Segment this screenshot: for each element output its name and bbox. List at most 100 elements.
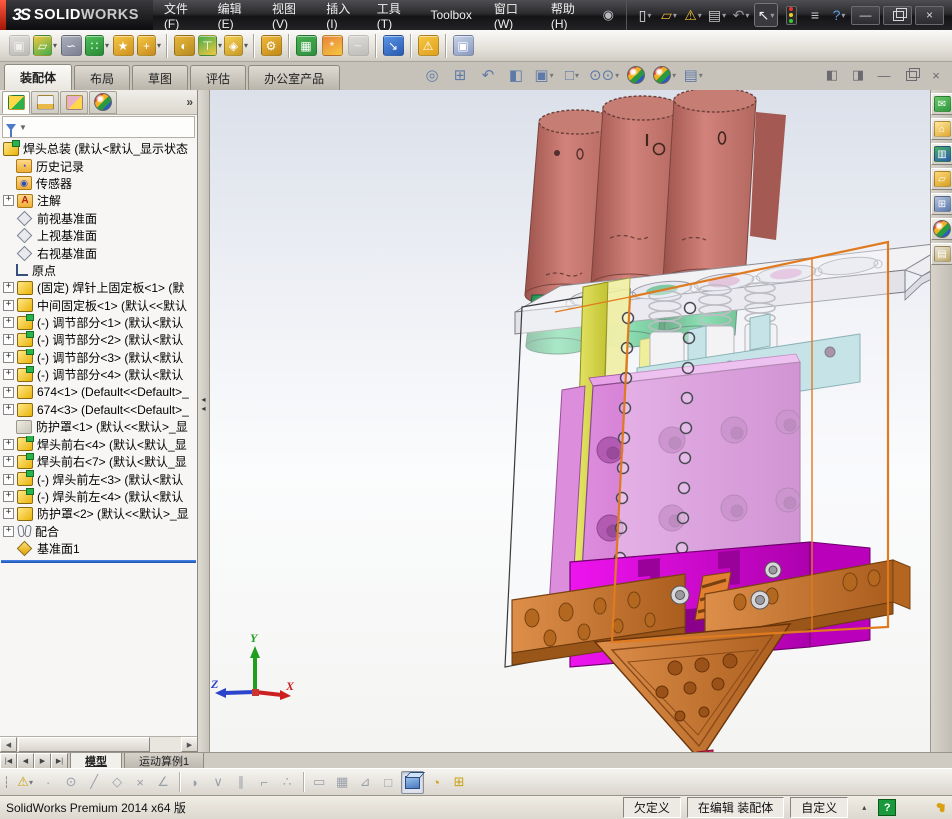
next-tab-button[interactable]: ▶ xyxy=(34,753,51,769)
view-palette-button[interactable]: ⊞ xyxy=(931,193,952,215)
shaded-view-button[interactable] xyxy=(400,770,424,794)
select-arrow-button[interactable]: ↖ ▾ xyxy=(754,3,778,27)
panel-tab-featuremanager-tree[interactable] xyxy=(2,90,30,114)
dropdown-caret-icon[interactable]: ▾ xyxy=(615,71,619,80)
expand-icon[interactable]: + xyxy=(3,282,14,294)
move-component-button[interactable]: + ▾ xyxy=(137,34,161,58)
menu-item[interactable]: 文件(F) xyxy=(153,0,207,31)
component-preview-window-button[interactable]: ▦ xyxy=(294,34,318,58)
file-explorer-button[interactable]: ▱ xyxy=(931,168,952,190)
sheet-tab[interactable]: 运动算例1 xyxy=(124,753,205,769)
tree-item[interactable]: + A 注解 xyxy=(0,192,197,209)
expand-panel-icon[interactable]: » xyxy=(186,95,193,109)
reference-geometry-button[interactable]: ◈ ▾ xyxy=(224,34,248,58)
tree-item[interactable]: + (-) 调节部分<3> (默认<默认 xyxy=(0,348,197,366)
tree-item[interactable]: 基准面1 xyxy=(0,540,197,557)
dropdown-caret-icon[interactable]: ▾ xyxy=(770,11,774,20)
viewport-split-button[interactable]: ⊞ xyxy=(449,772,470,793)
view-settings-button[interactable]: ▤ ▾ xyxy=(681,64,705,86)
print-button[interactable]: ▤ ▾ xyxy=(706,4,728,26)
expand-icon[interactable]: + xyxy=(3,491,14,502)
splitter-collapse-icon[interactable]: ◂ ◂ xyxy=(199,395,208,413)
large-design-review-button[interactable]: ⚠ xyxy=(416,34,440,58)
expand-icon[interactable]: + xyxy=(3,195,14,207)
appearances-scenes-button[interactable] xyxy=(931,218,952,240)
dropdown-caret-icon[interactable]: ▾ xyxy=(745,11,749,20)
pin-menu-icon[interactable]: ◉ xyxy=(595,0,622,30)
tree-item[interactable]: + 中间固定板<1> (默认<<默认 xyxy=(0,297,197,314)
expand-icon[interactable]: + xyxy=(3,525,14,537)
dropdown-caret-icon[interactable]: ▾ xyxy=(699,71,703,80)
scroll-right-icon[interactable]: ▶ xyxy=(181,737,197,752)
explode-line-sketch-button[interactable]: ~ xyxy=(346,34,370,58)
salmon-cylinder-right[interactable] xyxy=(662,87,757,292)
tree-item[interactable]: + 焊头前右<7> (默认<默认_显 xyxy=(0,453,197,470)
view-orientation-button[interactable]: ▣ ▾ xyxy=(532,64,556,86)
expand-icon[interactable]: + xyxy=(3,438,14,450)
commandmanager-tab[interactable]: 装配体 xyxy=(4,64,73,91)
restore-window[interactable] xyxy=(883,5,912,25)
menu-item[interactable]: 窗口(W) xyxy=(483,0,540,31)
grid-snap-button[interactable]: ▦ xyxy=(332,772,353,793)
orange-triangle-bracket[interactable] xyxy=(593,623,792,762)
previous-view-button[interactable]: ↶ xyxy=(476,64,500,86)
menu-item[interactable]: 工具(T) xyxy=(366,0,420,31)
scrollbar-thumb[interactable] xyxy=(18,737,150,752)
tree-item[interactable]: + 焊头前右<4> (默认<默认_显 xyxy=(0,435,197,453)
point-trace-snap-button[interactable]: ∴ xyxy=(277,772,298,793)
center-snap-button[interactable]: ⊙ xyxy=(61,772,82,793)
menu-item[interactable]: 帮助(H) xyxy=(540,0,595,31)
tree-item[interactable]: 前视基准面 xyxy=(0,210,197,227)
perpendicular-snap-button[interactable]: ⌐ xyxy=(254,772,275,793)
solidworks-forum-button[interactable]: ✉ xyxy=(931,93,952,115)
tag-icon[interactable]: ❥ xyxy=(932,797,951,818)
expand-icon[interactable]: + xyxy=(3,404,14,416)
commandmanager-tab[interactable]: 办公室产品 xyxy=(248,65,341,90)
zoom-to-area-button[interactable]: ⊞ xyxy=(448,64,472,86)
expand-icon[interactable]: + xyxy=(3,473,14,485)
commandmanager-tab[interactable]: 布局 xyxy=(74,65,131,90)
mate-button[interactable]: ∽ xyxy=(59,34,83,58)
restore-document[interactable] xyxy=(899,66,921,84)
custom-properties-button[interactable]: ▤ xyxy=(931,243,952,265)
dropdown-caret-icon[interactable]: ▾ xyxy=(673,11,677,20)
tree-item[interactable]: + 防护罩<2> (默认<<默认>_显 xyxy=(0,505,197,522)
first-tab-button[interactable]: |◀ xyxy=(0,753,17,769)
minimize-document[interactable]: — xyxy=(873,66,895,84)
pane-right[interactable]: ◨ xyxy=(847,66,869,84)
motion-study-gears-button[interactable]: ⚙ xyxy=(259,34,283,58)
commandmanager-tab[interactable]: 草图 xyxy=(132,65,189,90)
expand-icon[interactable]: + xyxy=(3,351,14,363)
status-caret-icon[interactable]: ▴ xyxy=(862,803,866,812)
tree-item[interactable]: ◔ 历史记录 xyxy=(0,157,197,174)
tree-item[interactable]: + 配合 xyxy=(0,523,197,540)
rebuild-traffic-light-button[interactable] xyxy=(780,4,802,26)
smart-fasteners-button[interactable]: ★ xyxy=(111,34,135,58)
panel-tab-propertymanager[interactable] xyxy=(31,90,59,114)
quick-tips-icon[interactable]: ? xyxy=(878,799,897,816)
angle-snap-button[interactable]: ∠ xyxy=(153,772,174,793)
line-snap-button[interactable]: ╱ xyxy=(84,772,105,793)
sketch-snaps-button[interactable]: ⚠ ▾ xyxy=(15,772,36,793)
expand-icon[interactable]: + xyxy=(3,334,14,346)
rollback-bar[interactable] xyxy=(1,560,196,564)
tree-filter-input[interactable]: ▼ xyxy=(2,116,195,138)
tree-item[interactable]: 右视基准面 xyxy=(0,244,197,261)
dropdown-caret-icon[interactable]: ▾ xyxy=(244,41,248,50)
show-hidden-components-button[interactable]: ◐ xyxy=(172,34,196,58)
solidworks-resources-button[interactable]: ⌂ xyxy=(931,118,952,140)
insert-components-button[interactable]: ▱ ▾ xyxy=(33,34,57,58)
new-document-button[interactable]: ▯ ▾ xyxy=(634,4,656,26)
length-snap-button[interactable]: ▭ xyxy=(309,772,330,793)
expand-icon[interactable]: + xyxy=(3,386,14,398)
tree-item[interactable]: + (-) 调节部分<4> (默认<默认 xyxy=(0,366,197,383)
dropdown-caret-icon[interactable]: ▾ xyxy=(672,71,676,80)
graphics-viewport[interactable]: Y Z X xyxy=(210,87,952,799)
menu-item[interactable]: 编辑(E) xyxy=(207,0,261,31)
minimize-window[interactable]: — xyxy=(851,5,880,25)
open-button[interactable]: ▱ ▾ xyxy=(658,4,680,26)
file-properties-button[interactable]: ≡ xyxy=(804,4,826,26)
dropdown-caret-icon[interactable]: ▾ xyxy=(157,41,161,50)
status-cell[interactable]: 自定义 xyxy=(790,797,849,818)
dropdown-caret-icon[interactable]: ▾ xyxy=(105,41,109,50)
